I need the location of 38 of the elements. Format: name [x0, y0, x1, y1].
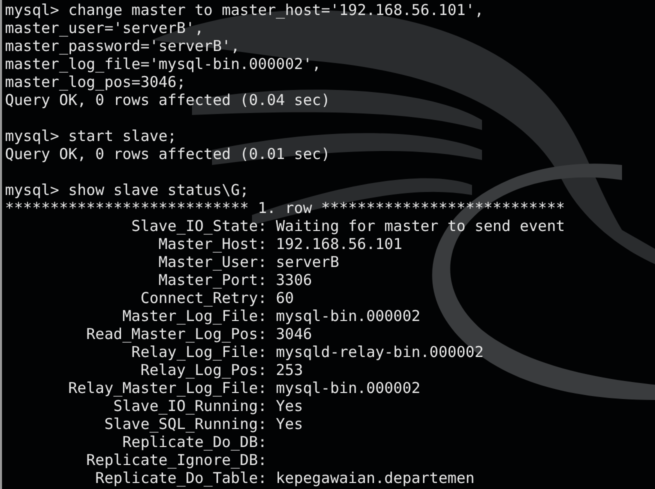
field-label: Master_Log_File:: [122, 307, 267, 325]
field-value: serverB: [276, 253, 340, 271]
field-value: Waiting for master to send event: [276, 217, 565, 235]
terminal-line: Query OK, 0 rows affected (0.04 sec): [5, 91, 330, 109]
field-label: Connect_Retry:: [140, 289, 267, 307]
field-value: 253: [276, 361, 303, 379]
terminal-line: *************************** 1. row ***************************: [5, 199, 565, 217]
field-label: Read_Master_Log_Pos:: [86, 325, 267, 343]
terminal-line: master_password='serverB',: [5, 37, 240, 55]
terminal-line: mysql> start slave;: [5, 127, 177, 145]
field-label: Master_Port:: [158, 271, 267, 289]
field-label: Slave_IO_State:: [131, 217, 267, 235]
terminal-line: mysql> change master to master_host='192.168.56.101',: [5, 1, 484, 19]
field-value: kepegawaian.departemen: [276, 469, 475, 487]
field-label: Slave_IO_Running:: [113, 397, 267, 415]
field-label: Replicate_Do_DB:: [122, 433, 267, 451]
field-label: Replicate_Do_Table:: [95, 469, 267, 487]
field-value: Yes: [276, 415, 303, 433]
field-value: 192.168.56.101: [276, 235, 402, 253]
field-label: Relay_Log_Pos:: [140, 361, 267, 379]
terminal-line: Query OK, 0 rows affected (0.01 sec): [5, 145, 330, 163]
field-value: Yes: [276, 397, 303, 415]
field-value: 3306: [276, 271, 312, 289]
field-label: Relay_Log_File:: [131, 343, 267, 361]
field-label: Master_Host:: [158, 235, 267, 253]
field-label: Master_User:: [158, 253, 267, 271]
field-value: mysql-bin.000002: [276, 379, 420, 397]
field-value: 60: [276, 289, 294, 307]
field-label: Relay_Master_Log_File:: [68, 379, 267, 397]
field-label: Slave_SQL_Running:: [104, 415, 267, 433]
terminal-line: master_log_pos=3046;: [5, 73, 186, 91]
field-value: mysql-bin.000002: [276, 307, 420, 325]
terminal-line: master_user='serverB',: [5, 19, 204, 37]
field-value: 3046: [276, 325, 312, 343]
field-label: Replicate_Ignore_DB:: [86, 451, 267, 469]
field-value: mysqld-relay-bin.000002: [276, 343, 484, 361]
terminal-line: master_log_file='mysql-bin.000002',: [5, 55, 322, 73]
terminal-line: mysql> show slave status\G;: [5, 181, 249, 199]
